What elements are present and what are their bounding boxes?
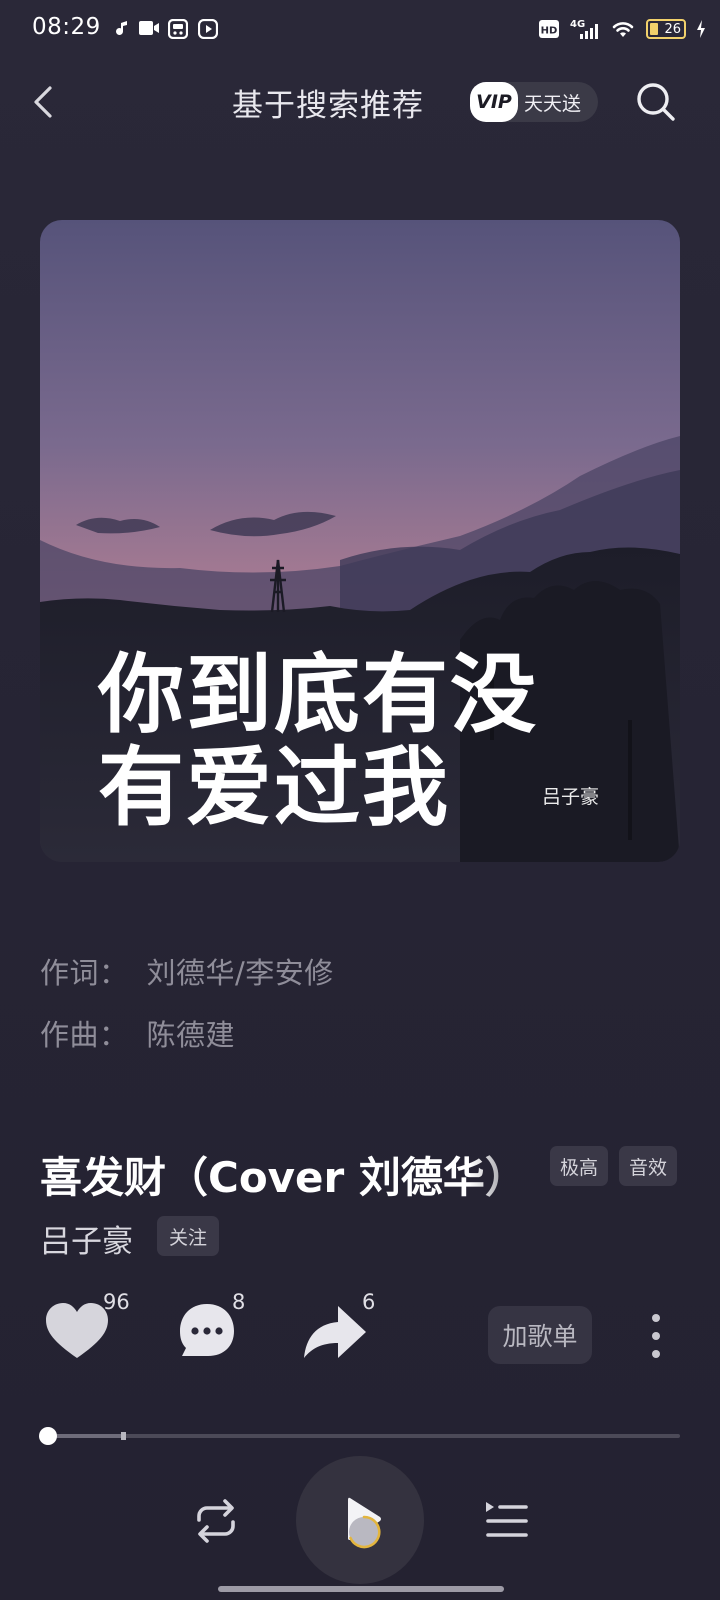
like-count: 96 (103, 1290, 130, 1314)
progress-knob[interactable] (39, 1427, 57, 1445)
cover-artist-mark: 吕子豪 (542, 786, 600, 808)
back-arrow-icon[interactable] (26, 80, 62, 124)
lyricist-credit: 作词： 刘德华/李安修 (40, 950, 334, 992)
status-bar: 08:29 HD 4G 26 (0, 0, 720, 58)
status-time: 08:29 (32, 14, 101, 40)
battery-fill (650, 23, 658, 35)
play-button[interactable] (296, 1456, 424, 1584)
vip-promo-text: 天天送 (524, 92, 582, 115)
more-dot (652, 1314, 660, 1322)
quality-tag[interactable]: 极高 (550, 1146, 609, 1186)
app-notification-icon (168, 19, 188, 39)
charging-icon (697, 20, 705, 38)
comment-count: 8 (232, 1290, 246, 1314)
add-to-playlist-button[interactable]: 加歌单 (488, 1306, 592, 1364)
album-cover: 你到底有没 有爱过我 吕子豪 (40, 220, 680, 862)
buffer-mark (121, 1432, 126, 1440)
page-title: 基于搜索推荐 (232, 88, 424, 124)
more-options-icon[interactable] (646, 1314, 666, 1358)
like-button[interactable] (42, 1298, 112, 1368)
share-count: 6 (362, 1290, 376, 1314)
song-title: 喜发财（Cover 刘德华） (40, 1153, 527, 1198)
video-player-icon (198, 19, 218, 39)
hd-icon: HD (539, 20, 559, 38)
more-dot (652, 1350, 660, 1358)
battery-indicator: 26 (646, 19, 686, 39)
heart-icon (46, 1303, 108, 1358)
wifi-icon (612, 22, 634, 37)
vip-badge: VIP (470, 82, 518, 122)
battery-level: 26 (664, 21, 681, 37)
hd-label: HD (541, 26, 558, 37)
cover-lyric-line-2: 有爱过我 (98, 737, 450, 838)
home-indicator[interactable] (218, 1586, 504, 1592)
status-right-group: HD 4G 26 (538, 16, 706, 42)
network-label: 4G (570, 19, 585, 30)
progress-track[interactable] (48, 1434, 680, 1438)
playlist-queue-icon[interactable] (482, 1496, 530, 1546)
cellular-signal-icon: 4G (570, 19, 598, 39)
player-screen: 08:29 HD 4G 26 基于搜索推荐 VIP 天天送 你到底有没 有爱过我… (0, 0, 720, 1600)
composer-credit: 作曲： 陈德建 (40, 1012, 235, 1054)
lyricist-value: 刘德华/李安修 (146, 956, 334, 990)
buffer-bar (48, 1434, 124, 1438)
composer-label: 作曲： (40, 1018, 129, 1052)
lyricist-label: 作词： (40, 956, 129, 990)
more-dot (652, 1332, 660, 1340)
loading-spinner-icon (349, 1515, 381, 1549)
artist-name[interactable]: 吕子豪 (40, 1216, 133, 1261)
composer-value: 陈德建 (146, 1018, 236, 1052)
share-icon (304, 1306, 366, 1358)
share-button[interactable] (300, 1298, 370, 1368)
sound-effect-tag[interactable]: 音效 (619, 1146, 678, 1186)
cover-lyric-line-1: 你到底有没 (98, 644, 538, 745)
follow-button[interactable]: 关注 (157, 1216, 220, 1256)
repeat-mode-icon[interactable] (191, 1496, 241, 1546)
search-icon[interactable] (634, 80, 678, 124)
vip-promo-button[interactable]: VIP 天天送 (470, 82, 598, 122)
music-note-icon (116, 20, 127, 36)
video-camera-icon (139, 21, 159, 35)
